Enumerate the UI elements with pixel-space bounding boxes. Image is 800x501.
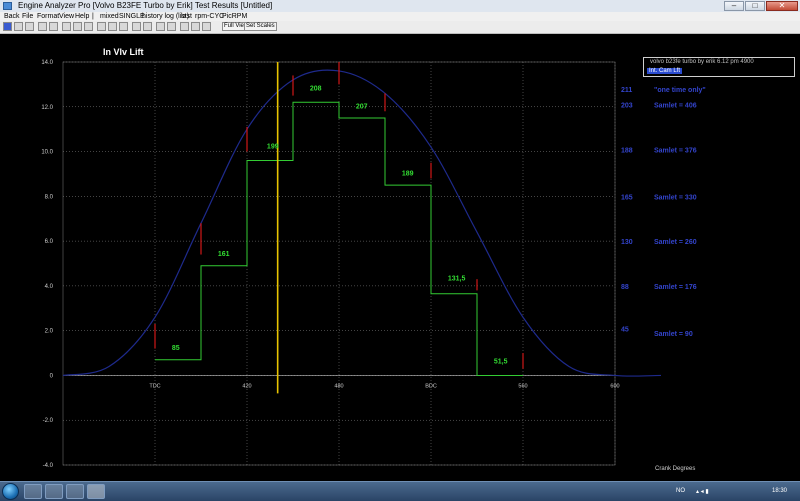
step-value-label: 199 — [267, 144, 279, 151]
valve-lift-chart[interactable]: 14.0 12.0 10.0 8.0 6.0 4.0 2.0 0 -2.0 -4.0 TDC 420 4… — [0, 33, 800, 481]
right-scale-label: 45 — [621, 326, 629, 333]
window-controls: – □ ✕ — [724, 0, 798, 12]
cursor-right-icon[interactable] — [143, 22, 152, 31]
set-scales-button[interactable]: Set Scales — [244, 22, 277, 31]
right-scale-label: 88 — [621, 284, 629, 291]
samlet-note: Samlet = 376 — [654, 147, 697, 154]
pan-icon[interactable] — [119, 22, 128, 31]
zoom-in-icon[interactable] — [97, 22, 106, 31]
x-tick-label: BDC — [425, 383, 437, 389]
graph-legend-box: volvo b23fe turbo by erik 6.12 pm 4900 I… — [643, 57, 795, 77]
menu-format[interactable]: Format — [37, 12, 59, 21]
x-tick-label: TDC — [149, 383, 160, 389]
y-tick-label: 6.0 — [45, 239, 54, 245]
language-indicator[interactable]: NO — [676, 488, 685, 494]
menu-file[interactable]: File — [22, 12, 33, 21]
x-tick-label: 480 — [334, 383, 343, 389]
save-icon[interactable] — [14, 22, 23, 31]
cursor-left-icon[interactable] — [132, 22, 141, 31]
x-tick-label: 420 — [242, 383, 251, 389]
legend-description: volvo b23fe turbo by erik 6.12 pm 4900 — [650, 59, 754, 65]
y-tick-label: 12.0 — [41, 105, 53, 111]
start-button[interactable] — [2, 483, 19, 500]
step-value-label: 161 — [218, 251, 230, 258]
menu-mixed[interactable]: mixed — [100, 12, 119, 21]
taskbar-browser-icon[interactable] — [45, 484, 63, 499]
samlet-note: Samlet = 330 — [654, 194, 697, 201]
samlet-note: "one time only" — [654, 87, 706, 94]
x-tick-label: 560 — [518, 383, 527, 389]
system-tray: NO ▴ ◂ ▮ 18:30 — [676, 482, 796, 501]
step-value-label: 131,5 — [448, 276, 466, 283]
y-tick-label: 10.0 — [41, 150, 53, 156]
right-scale-label: 188 — [621, 147, 633, 154]
arrow-left-icon[interactable] — [156, 22, 165, 31]
menu-rpm-cyc[interactable]: rpm-CYC — [195, 12, 224, 21]
maximize-button[interactable]: □ — [745, 1, 765, 11]
compare-icon[interactable] — [84, 22, 93, 31]
resize-horizontal-icon[interactable] — [180, 22, 189, 31]
open-icon[interactable] — [3, 22, 12, 31]
step-value-label: 85 — [172, 345, 180, 352]
window-title: Engine Analyzer Pro [Volvo B23FE Turbo b… — [18, 1, 273, 10]
y-tick-label: 14.0 — [41, 60, 53, 66]
app-icon — [3, 2, 12, 10]
x-tick-label: 600 — [610, 383, 619, 389]
minimize-button[interactable]: – — [724, 1, 744, 11]
table-icon[interactable] — [73, 22, 82, 31]
y-tick-label: 8.0 — [45, 194, 54, 200]
windows-taskbar: NO ▴ ◂ ▮ 18:30 — [0, 481, 800, 501]
paste-icon[interactable] — [49, 22, 58, 31]
tray-icons: ▴ ◂ ▮ — [696, 489, 709, 495]
step-value-label: 189 — [402, 170, 414, 177]
step-value-label: 208 — [310, 85, 322, 92]
zoom-out-icon[interactable] — [108, 22, 117, 31]
menu-help[interactable]: Help — [75, 12, 89, 21]
clock[interactable]: 18:30 — [772, 488, 787, 494]
arrow-right-icon[interactable] — [167, 22, 176, 31]
y-tick-label: 4.0 — [45, 284, 54, 290]
menu-single[interactable]: SINGLE — [119, 12, 145, 21]
taskbar-media-icon[interactable] — [66, 484, 84, 499]
menu-back[interactable]: Back — [4, 12, 20, 21]
chart-title: In Vlv Lift — [103, 47, 144, 57]
menu-picrpm[interactable]: PicRPM — [222, 12, 247, 21]
y-tick-label: 2.0 — [45, 329, 54, 335]
resize-vertical-icon[interactable] — [191, 22, 200, 31]
intake-valve-lift-curve[interactable] — [62, 69, 662, 377]
scale-icon[interactable] — [202, 22, 211, 31]
close-button[interactable]: ✕ — [766, 1, 798, 11]
samlet-note: Samlet = 176 — [654, 284, 697, 291]
x-axis-label: Crank Degrees — [655, 466, 695, 472]
menu-last[interactable]: last — [181, 12, 192, 21]
right-scale-label: 130 — [621, 239, 633, 246]
step-value-label: 51,5 — [494, 358, 508, 365]
y-tick-label: -4.0 — [43, 463, 54, 469]
step-value-label: 207 — [356, 103, 368, 110]
taskbar-engine-analyzer-icon[interactable] — [87, 484, 105, 499]
samlet-note: Samlet = 260 — [654, 239, 697, 246]
menu-separator: | — [92, 13, 94, 20]
right-scale-label: 211 — [621, 87, 632, 94]
copy-icon[interactable] — [38, 22, 47, 31]
right-scale-label: 203 — [621, 103, 633, 110]
legend-series-label[interactable]: Int. Cam Lft — [647, 68, 683, 74]
print-icon[interactable] — [25, 22, 34, 31]
right-scale-label: 165 — [621, 194, 633, 201]
samlet-note: Samlet = 406 — [654, 103, 697, 110]
menu-view[interactable]: View — [59, 12, 74, 21]
graph-icon[interactable] — [62, 22, 71, 31]
samlet-note: Samlet = 90 — [654, 331, 693, 338]
taskbar-explorer-icon[interactable] — [24, 484, 42, 499]
y-tick-label: 0 — [50, 373, 54, 379]
menu-bar: Back File Format View Help | mixed SINGL… — [0, 12, 800, 21]
y-tick-label: -2.0 — [43, 418, 54, 424]
